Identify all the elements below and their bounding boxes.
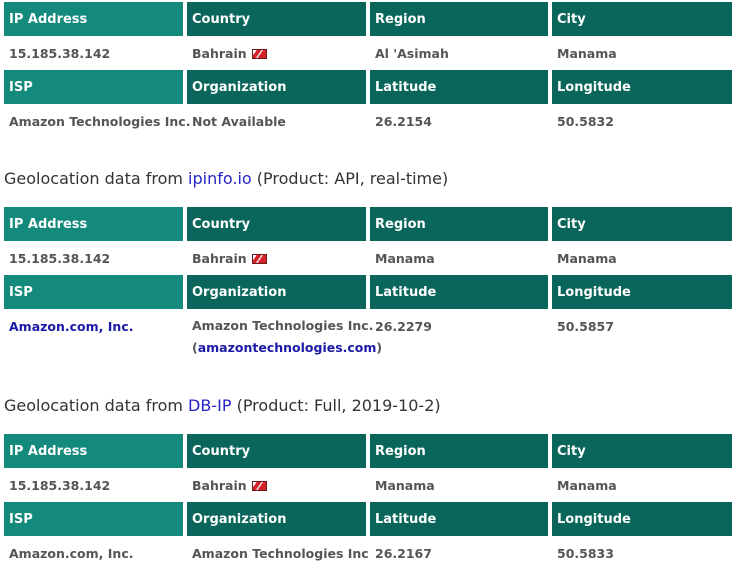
bahrain-flag-icon [251, 480, 267, 491]
header-row: ISP Organization Latitude Longitude [4, 70, 732, 104]
region-value: Manama [375, 250, 435, 266]
header-isp: ISP [4, 502, 183, 536]
city-value: Manama [557, 250, 617, 266]
isp-value: Amazon.com, Inc. [9, 545, 134, 561]
header-row: IP Address Country Region City [4, 2, 732, 36]
header-isp: ISP [4, 275, 183, 309]
header-organization: Organization [187, 70, 366, 104]
table-row: 15.185.38.142 Bahrain Manama Manama [4, 241, 732, 275]
table-row: Amazon Technologies Inc. Not Available 2… [4, 104, 732, 138]
paren-close: ) [376, 340, 383, 355]
region-value: Manama [375, 477, 435, 493]
country-value: Bahrain [192, 45, 247, 61]
header-organization: Organization [187, 502, 366, 536]
caption-suffix: (Product: API, real-time) [251, 169, 449, 188]
organization-domain-link[interactable]: amazontechnologies.com [198, 340, 377, 355]
header-longitude: Longitude [552, 275, 732, 309]
geolocation-page: IP Address Country Region City 15.185.38… [0, 0, 746, 572]
header-city: City [552, 2, 732, 36]
header-latitude: Latitude [370, 275, 548, 309]
table-row: Amazon.com, Inc. Amazon Technologies Inc… [4, 309, 732, 375]
organization-cell: Amazon Technologies Inc. (amazontechnolo… [187, 309, 382, 375]
region-value: Al 'Asimah [375, 45, 449, 61]
organization-domain: (amazontechnologies.com) [192, 337, 382, 359]
header-country: Country [187, 434, 366, 468]
city-value: Manama [557, 477, 617, 493]
header-region: Region [370, 207, 548, 241]
header-region: Region [370, 434, 548, 468]
city-value: Manama [557, 45, 617, 61]
header-row: IP Address Country Region City [4, 434, 732, 468]
country-cell: Bahrain [187, 241, 366, 275]
ip-address-value: 15.185.38.142 [9, 250, 111, 266]
header-city: City [552, 434, 732, 468]
longitude-value: 50.5832 [557, 113, 614, 129]
header-region: Region [370, 2, 548, 36]
table-row: Amazon.com, Inc. Amazon Technologies Inc… [4, 536, 732, 570]
organization-value: Amazon Technologies Inc [192, 545, 369, 561]
organization-value: Amazon Technologies Inc. [192, 318, 374, 333]
country-value: Bahrain [192, 477, 247, 493]
isp-value: Amazon Technologies Inc. [9, 113, 191, 129]
header-longitude: Longitude [552, 502, 732, 536]
geo-table-1: IP Address Country Region City 15.185.38… [0, 2, 736, 138]
header-ip-address: IP Address [4, 207, 183, 241]
caption-suffix: (Product: Full, 2019-10-2) [231, 396, 441, 415]
header-ip-address: IP Address [4, 2, 183, 36]
header-isp: ISP [4, 70, 183, 104]
dbip-link[interactable]: DB-IP [188, 396, 231, 415]
ip-address-value: 15.185.38.142 [9, 477, 111, 493]
latitude-value: 26.2279 [375, 319, 432, 334]
country-cell: Bahrain [187, 36, 366, 70]
latitude-value: 26.2154 [375, 113, 432, 129]
header-ip-address: IP Address [4, 434, 183, 468]
isp-cell: Amazon.com, Inc. [4, 309, 183, 375]
header-longitude: Longitude [552, 70, 732, 104]
table-row: 15.185.38.142 Bahrain Al 'Asimah Manama [4, 36, 732, 70]
country-cell: Bahrain [187, 468, 366, 502]
header-row: IP Address Country Region City [4, 207, 732, 241]
caption-prefix: Geolocation data from [4, 169, 189, 188]
ip-address-value: 15.185.38.142 [9, 45, 111, 61]
header-organization: Organization [187, 275, 366, 309]
bahrain-flag-icon [251, 253, 267, 264]
geo-table-3: IP Address Country Region City 15.185.38… [0, 434, 736, 570]
caption-prefix: Geolocation data from [4, 396, 189, 415]
header-latitude: Latitude [370, 502, 548, 536]
header-country: Country [187, 2, 366, 36]
header-row: ISP Organization Latitude Longitude [4, 275, 732, 309]
ipinfo-link[interactable]: ipinfo.io [188, 169, 252, 188]
header-row: ISP Organization Latitude Longitude [4, 502, 732, 536]
table-row: 15.185.38.142 Bahrain Manama Manama [4, 468, 732, 502]
isp-link[interactable]: Amazon.com, Inc. [9, 319, 133, 334]
latitude-value: 26.2167 [375, 545, 432, 561]
country-value: Bahrain [192, 250, 247, 266]
geo-table-2: IP Address Country Region City 15.185.38… [0, 207, 736, 375]
organization-value: Not Available [192, 113, 286, 129]
header-country: Country [187, 207, 366, 241]
longitude-value: 50.5833 [557, 545, 614, 561]
header-latitude: Latitude [370, 70, 548, 104]
geolocation-caption-ipinfo: Geolocation data from ipinfo.io (Product… [4, 169, 448, 188]
header-city: City [552, 207, 732, 241]
longitude-value: 50.5857 [557, 319, 614, 334]
bahrain-flag-icon [251, 48, 267, 59]
geolocation-caption-dbip: Geolocation data from DB-IP (Product: Fu… [4, 396, 441, 415]
